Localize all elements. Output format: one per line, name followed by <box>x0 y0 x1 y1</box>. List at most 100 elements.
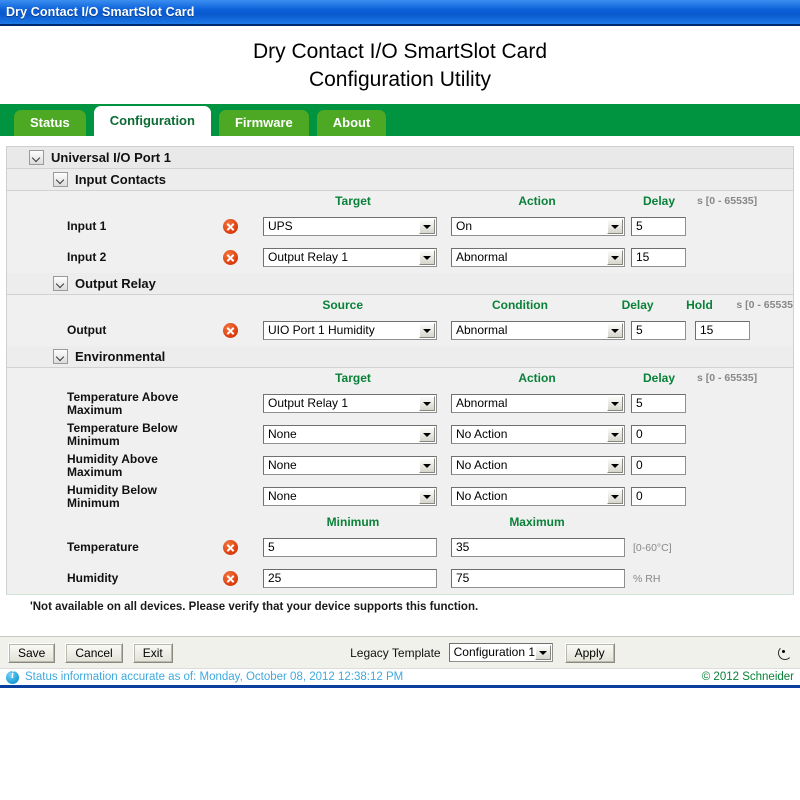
window-titlebar: Dry Contact I/O SmartSlot Card <box>0 0 800 26</box>
chevron-down-icon[interactable] <box>29 150 44 165</box>
tab-firmware[interactable]: Firmware <box>218 110 309 136</box>
action-select-input-1[interactable]: On <box>451 217 625 236</box>
refresh-icon[interactable] <box>778 646 792 660</box>
legacy-template-select[interactable]: Configuration 1 <box>448 643 553 662</box>
environmental-range-note: s [0 - 65535] <box>697 372 758 384</box>
source-select-output[interactable]: UIO Port 1 Humidity <box>263 321 437 340</box>
chevron-down-icon[interactable] <box>607 219 623 234</box>
chevron-down-icon[interactable] <box>419 489 435 504</box>
chevron-down-icon[interactable] <box>607 427 623 442</box>
target-select-input-2[interactable]: Output Relay 1 <box>263 248 437 267</box>
error-x-icon[interactable] <box>223 571 238 586</box>
minimum-input-temperature[interactable]: 5 <box>263 538 437 557</box>
chevron-down-icon[interactable] <box>607 250 623 265</box>
page-title-line1: Dry Contact I/O SmartSlot Card <box>252 40 548 63</box>
section-header-environmental[interactable]: Environmental <box>7 346 793 368</box>
target-select-humidity-above-maximum[interactable]: None <box>263 456 437 475</box>
page-title-line2: Configuration Utility <box>308 68 492 91</box>
action-select-input-2[interactable]: Abnormal <box>451 248 625 267</box>
tab-configuration[interactable]: Configuration <box>93 106 211 136</box>
action-select-temperature-above-maximum[interactable]: Abnormal <box>451 394 625 413</box>
column-header-delay: Delay <box>621 298 654 312</box>
hold-input-output[interactable]: 15 <box>695 321 750 340</box>
condition-select-output[interactable]: Abnormal <box>451 321 625 340</box>
column-header-action: Action <box>518 371 556 385</box>
chevron-down-icon[interactable] <box>53 349 68 364</box>
output-relay-column-headers: Source Condition Delay Hold s [0 - 65535 <box>7 295 793 315</box>
error-x-icon[interactable] <box>223 250 238 265</box>
table-row: Humidity Above Maximum None No Action 0 <box>7 450 793 481</box>
chevron-down-icon[interactable] <box>607 458 623 473</box>
delay-input-humidity-above-maximum[interactable]: 0 <box>631 456 686 475</box>
error-x-icon[interactable] <box>223 219 238 234</box>
column-header-maximum: Maximum <box>509 515 565 529</box>
cancel-button[interactable]: Cancel <box>65 642 123 663</box>
target-select-humidity-below-minimum[interactable]: None <box>263 487 437 506</box>
table-row: Input 2 Output Relay 1 Abnormal 15 <box>7 242 793 273</box>
table-row: Humidity 25 75 % RH <box>7 563 793 594</box>
delay-input-output[interactable]: 5 <box>631 321 686 340</box>
chevron-down-icon[interactable] <box>607 323 623 338</box>
table-row: Temperature Above Maximum Output Relay 1… <box>7 388 793 419</box>
unit-label-humidity: % RH <box>633 572 661 585</box>
chevron-down-icon[interactable] <box>419 323 435 338</box>
section-title-universal-io-port-1: Universal I/O Port 1 <box>51 150 171 165</box>
action-select-humidity-above-maximum[interactable]: No Action <box>451 456 625 475</box>
chevron-down-icon[interactable] <box>419 396 435 411</box>
footnote: 'Not available on all devices. Please ve… <box>6 594 794 613</box>
delay-input-input-1[interactable]: 5 <box>631 217 686 236</box>
chevron-down-icon[interactable] <box>419 250 435 265</box>
column-header-source: Source <box>322 298 364 312</box>
row-label-temperature-above-maximum: Temperature Above Maximum <box>67 389 179 417</box>
chevron-down-icon[interactable] <box>53 172 68 187</box>
column-header-hold: Hold <box>686 298 713 312</box>
chevron-down-icon[interactable] <box>607 396 623 411</box>
column-header-delay: Delay <box>642 194 676 208</box>
legacy-template-label: Legacy Template <box>350 645 441 660</box>
window-title: Dry Contact I/O SmartSlot Card <box>6 5 195 19</box>
minimum-input-humidity[interactable]: 25 <box>263 569 437 588</box>
error-x-icon[interactable] <box>223 323 238 338</box>
input-contacts-grid: Target Action Delay s [0 - 65535] Input … <box>7 191 793 273</box>
target-select-temperature-below-minimum[interactable]: None <box>263 425 437 444</box>
delay-input-input-2[interactable]: 15 <box>631 248 686 267</box>
delay-input-humidity-below-minimum[interactable]: 0 <box>631 487 686 506</box>
chevron-down-icon[interactable] <box>419 427 435 442</box>
save-button[interactable]: Save <box>8 642 56 663</box>
row-label-temperature-below-minimum: Temperature Below Minimum <box>67 420 178 448</box>
section-header-input-contacts[interactable]: Input Contacts <box>7 169 793 191</box>
apply-button[interactable]: Apply <box>564 642 615 663</box>
tab-status[interactable]: Status <box>14 110 86 136</box>
section-header-universal-io-port-1[interactable]: Universal I/O Port 1 <box>7 147 793 169</box>
target-select-input-1[interactable]: UPS <box>263 217 437 236</box>
chevron-down-icon[interactable] <box>534 645 551 660</box>
chevron-down-icon[interactable] <box>53 276 68 291</box>
chevron-down-icon[interactable] <box>419 219 435 234</box>
section-title-input-contacts: Input Contacts <box>75 172 166 187</box>
column-header-minimum: Minimum <box>326 515 380 529</box>
row-label-input-2: Input 2 <box>67 250 107 264</box>
status-text: Status information accurate as of: Monda… <box>25 671 404 683</box>
action-select-humidity-below-minimum[interactable]: No Action <box>451 487 625 506</box>
column-header-target: Target <box>335 194 371 208</box>
section-header-output-relay[interactable]: Output Relay <box>7 273 793 295</box>
column-header-target: Target <box>335 371 371 385</box>
error-x-icon[interactable] <box>223 540 238 555</box>
maximum-input-humidity[interactable]: 75 <box>451 569 625 588</box>
table-row: Temperature 5 35 [0-60°C] <box>7 532 793 563</box>
chevron-down-icon[interactable] <box>419 458 435 473</box>
environmental-grid: Target Action Delay s [0 - 65535] Temper… <box>7 368 793 594</box>
maximum-input-temperature[interactable]: 35 <box>451 538 625 557</box>
column-header-condition: Condition <box>491 298 548 312</box>
delay-input-temperature-above-maximum[interactable]: 5 <box>631 394 686 413</box>
action-select-temperature-below-minimum[interactable]: No Action <box>451 425 625 444</box>
action-bar: Save Cancel Exit Legacy Template Configu… <box>0 636 800 668</box>
output-relay-grid: Source Condition Delay Hold s [0 - 65535… <box>7 295 793 346</box>
tab-about[interactable]: About <box>316 110 387 136</box>
application-window: Dry Contact I/O SmartSlot Card Dry Conta… <box>0 0 800 718</box>
column-header-delay: Delay <box>642 371 676 385</box>
exit-button[interactable]: Exit <box>132 642 173 663</box>
chevron-down-icon[interactable] <box>607 489 623 504</box>
target-select-temperature-above-maximum[interactable]: Output Relay 1 <box>263 394 437 413</box>
delay-input-temperature-below-minimum[interactable]: 0 <box>631 425 686 444</box>
